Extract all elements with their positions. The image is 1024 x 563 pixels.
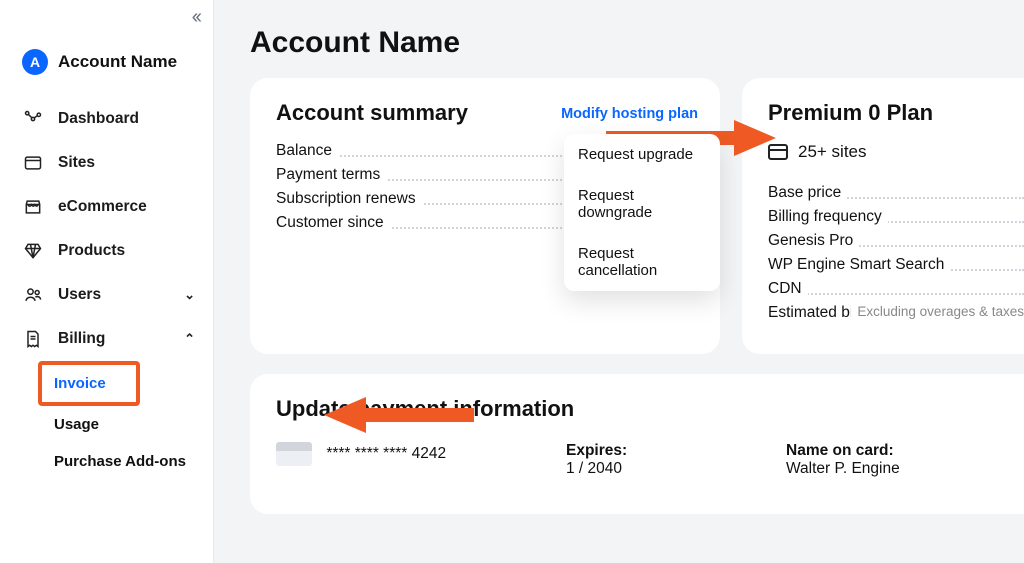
name-on-card-label: Name on card: <box>786 442 936 460</box>
menu-request-upgrade[interactable]: Request upgrade <box>564 134 720 175</box>
nav-label: Products <box>58 242 125 260</box>
plan-title: Premium 0 Plan <box>768 100 1024 126</box>
payment-info-card: Update payment information **** **** ***… <box>250 374 1024 514</box>
plan-sites-count: 25+ sites <box>798 142 867 162</box>
account-summary-card: Account summary Modify hosting plan Requ… <box>250 78 720 354</box>
modify-hosting-plan-link[interactable]: Modify hosting plan <box>561 106 698 122</box>
nav-label: Users <box>58 286 101 304</box>
plan-base-price-label: Base price <box>768 184 847 201</box>
summary-renews-label: Subscription renews <box>276 190 422 207</box>
users-icon <box>22 285 44 305</box>
plan-estimated-bill-note: Excluding overages & taxes <box>851 304 1024 319</box>
nav-label: eCommerce <box>58 198 147 216</box>
nav-label: Billing <box>58 330 105 348</box>
payment-title: Update payment information <box>276 396 998 422</box>
credit-card-icon <box>276 442 312 466</box>
dashboard-icon <box>22 109 44 129</box>
card-number: **** **** **** 4242 <box>326 445 446 462</box>
menu-request-cancellation[interactable]: Request cancellation <box>564 233 720 291</box>
store-icon <box>22 197 44 217</box>
nav-products[interactable]: Products <box>0 229 213 273</box>
summary-balance-label: Balance <box>276 142 338 159</box>
diamond-icon <box>22 241 44 261</box>
plan-cdn-label: CDN <box>768 280 808 297</box>
main-content: Account Name Account summary Modify host… <box>214 0 1024 563</box>
sites-icon <box>768 144 788 160</box>
expires-label: Expires: <box>566 442 716 460</box>
sites-icon <box>22 153 44 173</box>
nav-label: Sites <box>58 154 95 172</box>
menu-request-downgrade[interactable]: Request downgrade <box>564 175 720 233</box>
plan-smart-search-label: WP Engine Smart Search <box>768 256 950 273</box>
summary-customer-since-label: Customer since <box>276 214 390 231</box>
sidebar: ‹‹ A Account Name Dashboard Sites <box>0 0 214 563</box>
account-switcher[interactable]: A Account Name <box>0 29 213 97</box>
plan-billing-frequency-label: Billing frequency <box>768 208 888 225</box>
account-name: Account Name <box>58 52 177 72</box>
chevron-up-icon: ⌃ <box>184 331 195 347</box>
page-title: Account Name <box>250 26 1024 60</box>
nav-sites[interactable]: Sites <box>0 141 213 185</box>
nav-users[interactable]: Users ⌄ <box>0 273 213 317</box>
subnav-usage[interactable]: Usage <box>54 406 213 443</box>
plan-card: Premium 0 Plan 25+ sites Base price Bill… <box>742 78 1024 354</box>
account-avatar: A <box>22 49 48 75</box>
summary-payment-terms-label: Payment terms <box>276 166 386 183</box>
subnav-purchase-addons[interactable]: Purchase Add-ons <box>54 443 213 480</box>
name-on-card-value: Walter P. Engine <box>786 460 936 478</box>
invoice-icon <box>22 329 44 349</box>
nav-billing[interactable]: Billing ⌃ <box>0 317 213 361</box>
sidebar-collapse-toggle[interactable]: ‹‹ <box>0 0 213 29</box>
nav-ecommerce[interactable]: eCommerce <box>0 185 213 229</box>
nav-dashboard[interactable]: Dashboard <box>0 97 213 141</box>
expires-value: 1 / 2040 <box>566 460 716 478</box>
modify-plan-dropdown: Request upgrade Request downgrade Reques… <box>564 134 720 291</box>
subnav-invoice[interactable]: Invoice <box>38 361 140 406</box>
plan-genesis-label: Genesis Pro <box>768 232 859 249</box>
nav-label: Dashboard <box>58 110 139 128</box>
chevron-down-icon: ⌄ <box>184 287 195 303</box>
